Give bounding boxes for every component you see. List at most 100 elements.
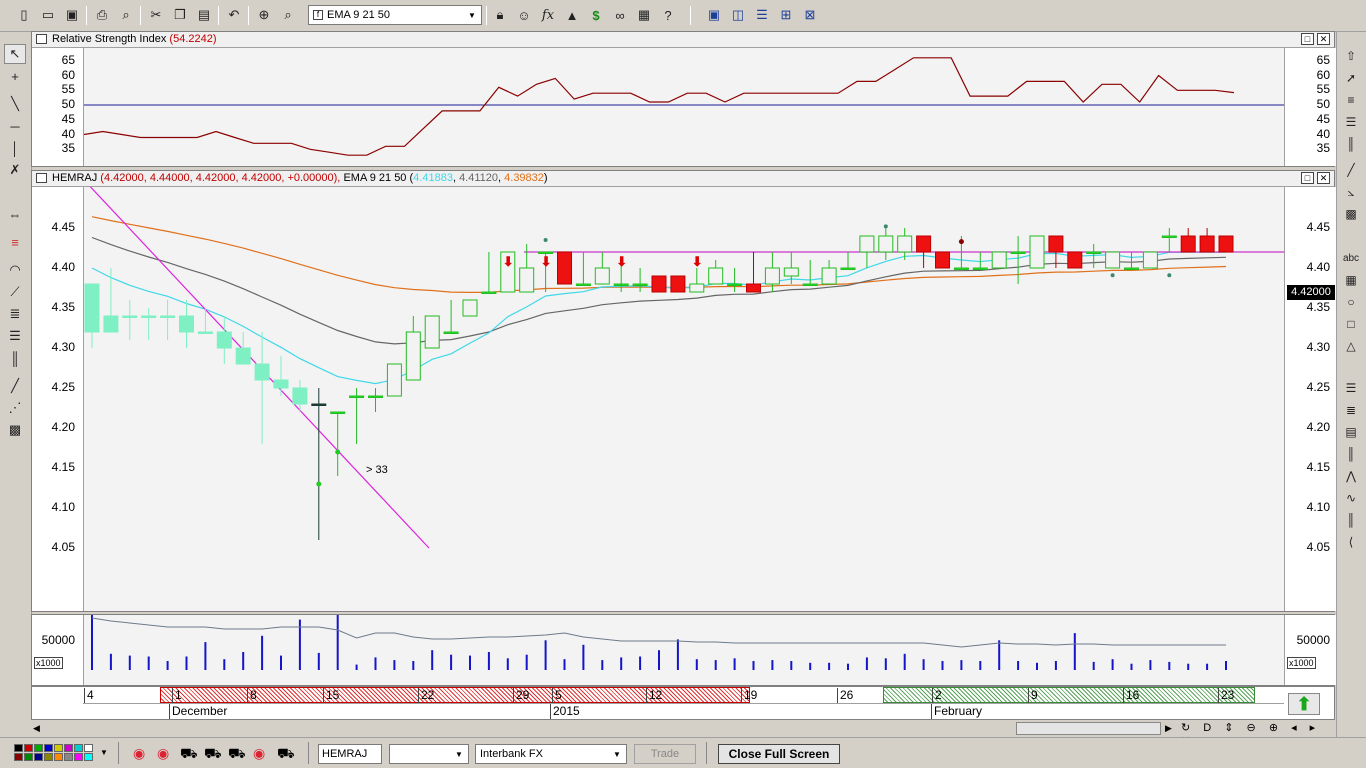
- grid-tool-icon[interactable]: ▩: [4, 420, 26, 440]
- new-icon[interactable]: ▯: [14, 5, 34, 25]
- table-icon[interactable]: ▦: [634, 5, 654, 25]
- scroll-left-icon[interactable]: ◀: [33, 723, 40, 734]
- scroll-right-icon[interactable]: ▶: [1165, 723, 1172, 734]
- rider-icon[interactable]: ⛟: [204, 745, 222, 764]
- color-swatch[interactable]: [74, 753, 83, 761]
- rider-icon[interactable]: ⛟: [180, 745, 198, 764]
- rider-icon[interactable]: ⛟: [228, 745, 246, 764]
- color-swatch[interactable]: [74, 744, 83, 752]
- gann-fan-icon[interactable]: ⋰: [4, 398, 26, 418]
- close-full-screen-button[interactable]: Close Full Screen: [718, 744, 840, 764]
- crosshair-tool-icon[interactable]: +: [4, 66, 26, 86]
- scroll-icon[interactable]: ⇔: [4, 204, 26, 224]
- crosshair-icon[interactable]: ⊕: [254, 5, 274, 25]
- vertical-line-icon[interactable]: │: [4, 138, 26, 158]
- color-swatch[interactable]: [64, 753, 73, 761]
- open-folder-icon[interactable]: ▭: [38, 5, 58, 25]
- retracement-icon[interactable]: ☰: [4, 326, 26, 346]
- calculator-icon[interactable]: ▦: [1340, 270, 1362, 290]
- parallel-icon[interactable]: ≣: [1340, 400, 1362, 420]
- volume-plot[interactable]: [84, 615, 1284, 685]
- person-icon[interactable]: ☺: [514, 5, 534, 25]
- chevron-down-icon[interactable]: ▼: [610, 747, 624, 761]
- trade-button[interactable]: Trade: [634, 744, 696, 764]
- bars-tool-icon[interactable]: ║: [1340, 444, 1362, 464]
- fan-icon[interactable]: ⟋: [4, 282, 26, 302]
- ellipse-icon[interactable]: ○: [1340, 292, 1362, 312]
- help-icon[interactable]: ?: [658, 5, 678, 25]
- pointer-icon[interactable]: ↖: [4, 44, 26, 64]
- level-lines-icon[interactable]: ☰: [1340, 378, 1362, 398]
- browser-icon[interactable]: ◉: [157, 745, 169, 762]
- hatch-icon[interactable]: ▩: [1340, 204, 1362, 224]
- paste-icon[interactable]: ▤: [194, 5, 214, 25]
- period-combo[interactable]: ▼: [389, 744, 469, 764]
- horizontal-line-icon[interactable]: ─: [4, 116, 26, 136]
- copy-icon[interactable]: ❐: [170, 5, 190, 25]
- close-icon[interactable]: ✕: [1317, 172, 1330, 184]
- function-fx-icon[interactable]: fx: [538, 5, 558, 25]
- triangle-icon[interactable]: ▲: [562, 5, 582, 25]
- stripes-icon[interactable]: ║: [1340, 510, 1362, 530]
- fibonacci-icon[interactable]: ≡: [4, 232, 26, 252]
- color-palette[interactable]: [14, 744, 98, 762]
- cut-icon[interactable]: ✂: [146, 5, 166, 25]
- bars-icon[interactable]: ☰: [1340, 112, 1362, 132]
- cascade-icon[interactable]: ▣: [704, 5, 724, 25]
- dollar-icon[interactable]: $: [586, 5, 606, 25]
- save-icon[interactable]: ▣: [62, 5, 82, 25]
- chevron-down-icon[interactable]: ▼: [100, 748, 108, 757]
- maximize-icon[interactable]: □: [1301, 33, 1314, 45]
- color-swatch[interactable]: [24, 753, 33, 761]
- tile-horizontal-icon[interactable]: ☰: [752, 5, 772, 25]
- color-swatch[interactable]: [64, 744, 73, 752]
- line-tool-icon[interactable]: ╱: [1340, 160, 1362, 180]
- wave-icon[interactable]: ∿: [1340, 488, 1362, 508]
- browser-icon[interactable]: ◉: [253, 745, 265, 762]
- color-swatch[interactable]: [14, 753, 23, 761]
- tile-grid-icon[interactable]: ⊞: [776, 5, 796, 25]
- browser-icon[interactable]: ◉: [133, 745, 145, 762]
- feed-combo[interactable]: Interbank FX ▼: [475, 744, 627, 764]
- arc-icon[interactable]: ◠: [4, 260, 26, 280]
- channel-icon[interactable]: ≣: [4, 304, 26, 324]
- color-swatch[interactable]: [54, 753, 63, 761]
- color-swatch[interactable]: [44, 753, 53, 761]
- zoom-icon[interactable]: ⌕: [278, 5, 298, 25]
- print-preview-icon[interactable]: ⌕: [116, 5, 136, 25]
- close-icon[interactable]: ✕: [1317, 33, 1330, 45]
- symbol-field[interactable]: HEMRAJ: [318, 744, 382, 764]
- up-arrow-icon[interactable]: ⇧: [1340, 46, 1362, 66]
- zigzag-icon[interactable]: ⋀: [1340, 466, 1362, 486]
- color-swatch[interactable]: [84, 744, 93, 752]
- chevron-down-icon[interactable]: ▼: [465, 8, 479, 22]
- triangle-tool-icon[interactable]: △: [1340, 336, 1362, 356]
- print-icon[interactable]: ⎙: [92, 5, 112, 25]
- color-swatch[interactable]: [24, 744, 33, 752]
- rider-icon[interactable]: ⛟: [277, 745, 295, 764]
- indicator-combo[interactable]: f EMA 9 21 50 ▼: [308, 5, 482, 25]
- price-plot[interactable]: ⬇ ⬇ ⬇ ⬇ > 33: [84, 187, 1284, 611]
- color-swatch[interactable]: [14, 744, 23, 752]
- delete-lines-icon[interactable]: ✗: [4, 160, 26, 180]
- color-swatch[interactable]: [44, 744, 53, 752]
- text-icon[interactable]: abc: [1340, 248, 1362, 268]
- rsi-plot[interactable]: [84, 48, 1284, 166]
- binoculars-icon[interactable]: ∞: [610, 5, 630, 25]
- arrow-right-icon[interactable]: ➚: [1340, 68, 1362, 88]
- color-swatch[interactable]: [34, 753, 43, 761]
- undo-icon[interactable]: ↶: [224, 5, 244, 25]
- lock-icon[interactable]: 🔒︎: [490, 5, 510, 25]
- up-arrow-green-icon[interactable]: ⬆: [1288, 693, 1320, 715]
- pen-icon[interactable]: ╱: [4, 376, 26, 396]
- trendline-icon[interactable]: ╲: [4, 94, 26, 114]
- maximize-icon[interactable]: □: [1301, 172, 1314, 184]
- color-swatch[interactable]: [34, 744, 43, 752]
- scrollbar-thumb[interactable]: [1016, 722, 1161, 735]
- arrange-icon[interactable]: ⊠: [800, 5, 820, 25]
- lines-icon[interactable]: ≡: [1340, 90, 1362, 110]
- columns-icon[interactable]: ║: [1340, 134, 1362, 154]
- curve-icon[interactable]: ⟨: [1340, 532, 1362, 552]
- time-zones-icon[interactable]: ║: [4, 348, 26, 368]
- chevron-down-icon[interactable]: ▼: [452, 747, 466, 761]
